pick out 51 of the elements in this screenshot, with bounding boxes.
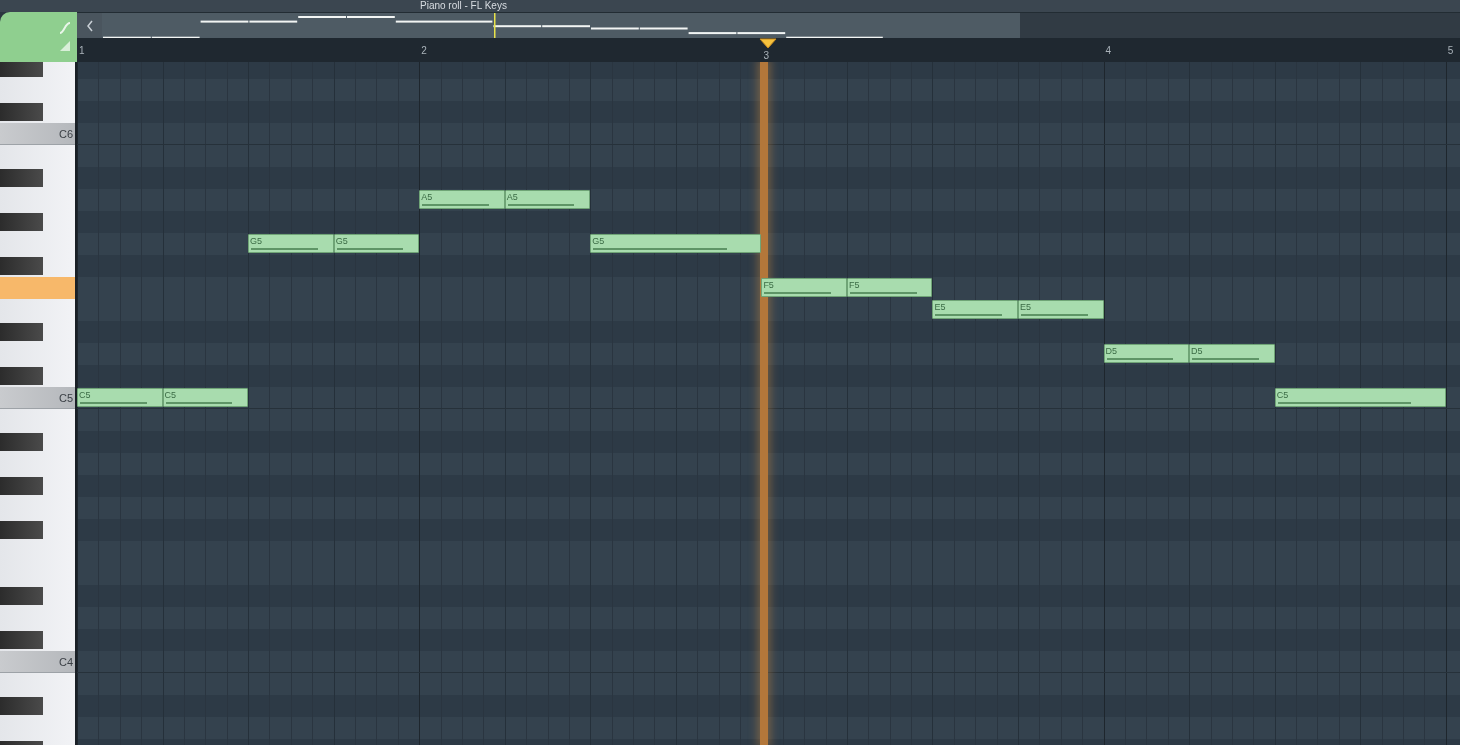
bar-number: 3 [763,50,769,62]
note-block[interactable]: E5 [932,300,1018,319]
note-block[interactable]: D5 [1189,344,1275,363]
note-block[interactable]: A5 [504,190,591,209]
key-label: C6 [58,127,73,140]
piano-key[interactable] [0,519,75,541]
note-block[interactable]: F5 [761,278,847,297]
piano-key[interactable] [0,475,75,497]
note-block[interactable]: C5 [77,388,163,407]
note-overview-drawing[interactable] [102,13,1020,38]
piano-key[interactable] [0,167,75,189]
curve-icon[interactable] [59,22,71,34]
piano-key[interactable]: C6 [0,123,75,145]
piano-key[interactable] [0,695,75,717]
bar-number: 5 [1447,45,1454,57]
bar-number: 4 [1105,45,1112,57]
piano-key[interactable] [0,431,75,453]
piano-key[interactable] [0,585,75,607]
note-block[interactable]: G5 [590,234,762,253]
note-block[interactable]: E5 [1018,300,1104,319]
piano-key[interactable] [0,101,75,123]
piano-key[interactable] [0,211,75,233]
piano-key[interactable] [0,365,75,387]
note-block[interactable]: C5 [1274,388,1446,407]
key-label: C4 [58,655,73,668]
grid-lane[interactable]: E5 E5 [77,299,1460,321]
grid-lane[interactable]: D5 D5 [77,343,1460,365]
bar-number: 1 [79,45,85,57]
grid-lane[interactable]: A5 A5 [77,189,1460,211]
bar-number: 2 [421,45,427,57]
scroll-left-button[interactable] [77,13,102,38]
piano-key[interactable] [0,255,75,277]
piano-key[interactable] [0,62,75,79]
key-label: C5 [58,391,73,404]
grid-lane[interactable]: C5 C5 C5 [77,387,1460,409]
note-block[interactable]: G5 [248,234,334,253]
chevron-left-icon [85,19,94,32]
timeline-ruler[interactable]: 1 2 3 4 5 [77,38,1460,62]
grid-lane[interactable]: G5 G5 G5 [77,233,1460,255]
grid-lane[interactable]: F5 F5 [77,277,1460,299]
velocity-icon[interactable] [59,40,71,52]
note-block[interactable]: F5 [846,278,933,297]
piano-key[interactable] [0,629,75,651]
note-block[interactable]: G5 [333,234,420,253]
note-block[interactable]: A5 [419,190,505,209]
window-title: Piano roll - FL Keys [420,0,507,12]
note-block[interactable]: C5 [162,388,249,407]
note-block[interactable]: D5 [1103,344,1190,363]
piano-key[interactable] [0,321,75,343]
piano-key[interactable]: C5 [0,387,75,409]
piano-key[interactable]: C4 [0,651,75,673]
